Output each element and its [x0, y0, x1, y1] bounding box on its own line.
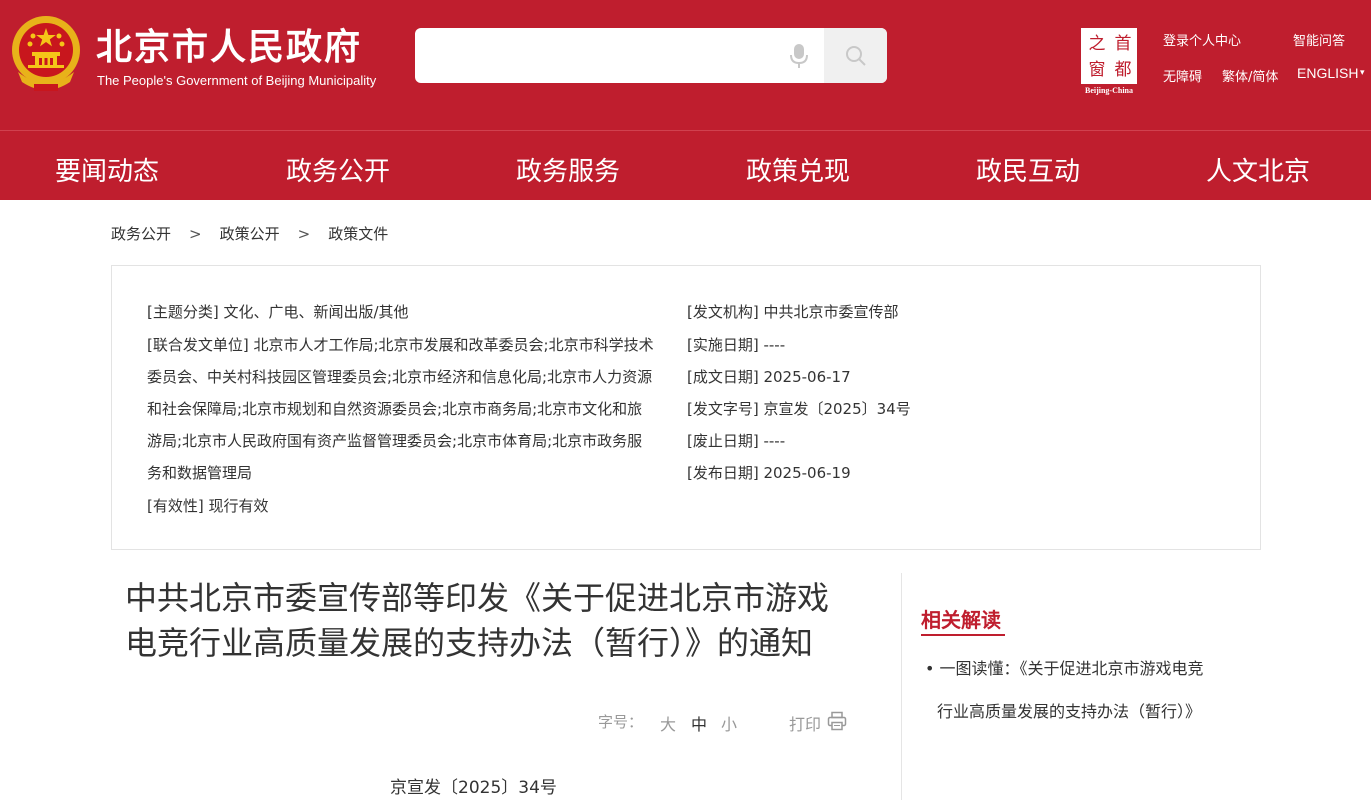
search-button[interactable] — [824, 28, 887, 83]
related-link-line[interactable]: 行业高质量发展的支持办法（暂行）》 — [925, 690, 1255, 733]
info-joint-units: 务和数据管理局 — [147, 464, 253, 482]
info-joint-units: [联合发文单位] 北京市人才工作局;北京市发展和改革委员会;北京市科学技术 — [147, 336, 654, 354]
info-repeal-date: [废止日期] ---- — [687, 432, 786, 450]
font-size-label: 字号： — [598, 713, 644, 731]
info-written-date: [成文日期] 2025-06-17 — [687, 368, 851, 386]
site-subtitle: The People's Government of Beijing Munic… — [97, 73, 377, 88]
nav-item-policy[interactable]: 政策兑现 — [746, 151, 850, 188]
font-size-large-button[interactable]: 大 — [660, 711, 676, 735]
related-link-line[interactable]: • 一图读懂：《关于促进北京市游戏电竞 — [925, 647, 1255, 690]
search-icon — [846, 46, 866, 66]
logo-char: 都 — [1114, 60, 1132, 80]
breadcrumb-separator: > — [297, 225, 311, 243]
logo-caption: Beijing-China — [1084, 86, 1133, 95]
content-divider — [901, 573, 902, 800]
breadcrumb-item[interactable]: 政策文件 — [328, 223, 388, 244]
title-line: 电竞行业高质量发展的支持办法（暂行）》的通知 — [125, 624, 814, 662]
info-topic: [主题分类] 文化、广电、新闻出版/其他 — [147, 303, 409, 321]
nav-item-news[interactable]: 要闻动态 — [55, 151, 159, 188]
site-title[interactable]: 北京市人民政府 — [96, 18, 362, 70]
capital-window-logo[interactable]: 之 首 窗 都 Beijing-China — [1080, 28, 1138, 96]
info-joint-units: 游局;北京市人民政府国有资产监督管理委员会;北京市体育局;北京市政务服 — [147, 432, 643, 450]
related-interpretation-title: 相关解读 — [921, 608, 1001, 632]
related-title-underline — [921, 634, 1005, 636]
info-joint-units: 委员会、中关村科技园区管理委员会;北京市经济和信息化局;北京市人力资源 — [147, 368, 653, 386]
traditional-simplified-link[interactable]: 繁体/简体 — [1222, 66, 1278, 85]
info-effective-date: [实施日期] ---- — [687, 336, 786, 354]
related-interpretation-link[interactable]: • 一图读懂：《关于促进北京市游戏电竞 行业高质量发展的支持办法（暂行）》 — [925, 647, 1255, 733]
accessibility-link[interactable]: 无障碍 — [1163, 66, 1202, 85]
breadcrumb-separator: > — [189, 225, 202, 243]
info-publish-date: [发布日期] 2025-06-19 — [687, 464, 851, 482]
national-emblem-icon[interactable] — [8, 12, 84, 92]
breadcrumb: 政务公开 > 政策公开 > 政策文件 — [111, 223, 388, 244]
nav-item-gov-affairs[interactable]: 政务公开 — [286, 151, 390, 188]
breadcrumb-item[interactable]: 政策公开 — [220, 223, 280, 244]
search-bar — [415, 28, 887, 83]
login-link[interactable]: 登录个人中心 — [1163, 30, 1241, 49]
logo-char: 之 — [1088, 34, 1106, 54]
info-doc-number: [发文字号] 京宣发〔2025〕34号 — [687, 400, 911, 418]
microphone-icon[interactable] — [789, 42, 809, 70]
document-info-box: [主题分类] 文化、广电、新闻出版/其他 [联合发文单位] 北京市人才工作局;北… — [111, 265, 1261, 550]
info-issuer: [发文机构] 中共北京市委宣传部 — [687, 303, 899, 321]
printer-icon[interactable] — [827, 711, 847, 731]
info-validity: [有效性] 现行有效 — [147, 497, 269, 515]
nav-item-culture[interactable]: 人文北京 — [1206, 151, 1310, 188]
capital-logo-box: 之 首 窗 都 — [1081, 28, 1137, 84]
title-line: 中共北京市委宣传部等印发《关于促进北京市游戏 — [125, 579, 830, 617]
nav-item-interaction[interactable]: 政民互动 — [976, 151, 1080, 188]
font-size-medium-button[interactable]: 中 — [691, 711, 707, 735]
breadcrumb-item[interactable]: 政务公开 — [111, 223, 171, 244]
nav-item-services[interactable]: 政务服务 — [516, 151, 620, 188]
chevron-down-icon[interactable]: ▾ — [1360, 68, 1365, 78]
smart-qa-link[interactable]: 智能问答 — [1293, 30, 1345, 49]
search-input[interactable] — [415, 28, 815, 83]
english-link[interactable]: ENGLISH — [1297, 65, 1358, 81]
logo-char: 窗 — [1088, 60, 1106, 80]
document-number: 京宣发〔2025〕34号 — [390, 778, 557, 798]
logo-char: 首 — [1114, 34, 1132, 54]
site-header: 北京市人民政府 The People's Government of Beiji… — [0, 0, 1371, 130]
main-nav: 要闻动态 政务公开 政务服务 政策兑现 政民互动 人文北京 — [0, 130, 1371, 200]
print-button[interactable]: 打印 — [789, 711, 821, 735]
info-joint-units: 和社会保障局;北京市规划和自然资源委员会;北京市商务局;北京市文化和旅 — [147, 400, 643, 418]
font-size-small-button[interactable]: 小 — [721, 711, 737, 735]
page-title: 中共北京市委宣传部等印发《关于促进北京市游戏 电竞行业高质量发展的支持办法（暂行… — [125, 576, 865, 666]
